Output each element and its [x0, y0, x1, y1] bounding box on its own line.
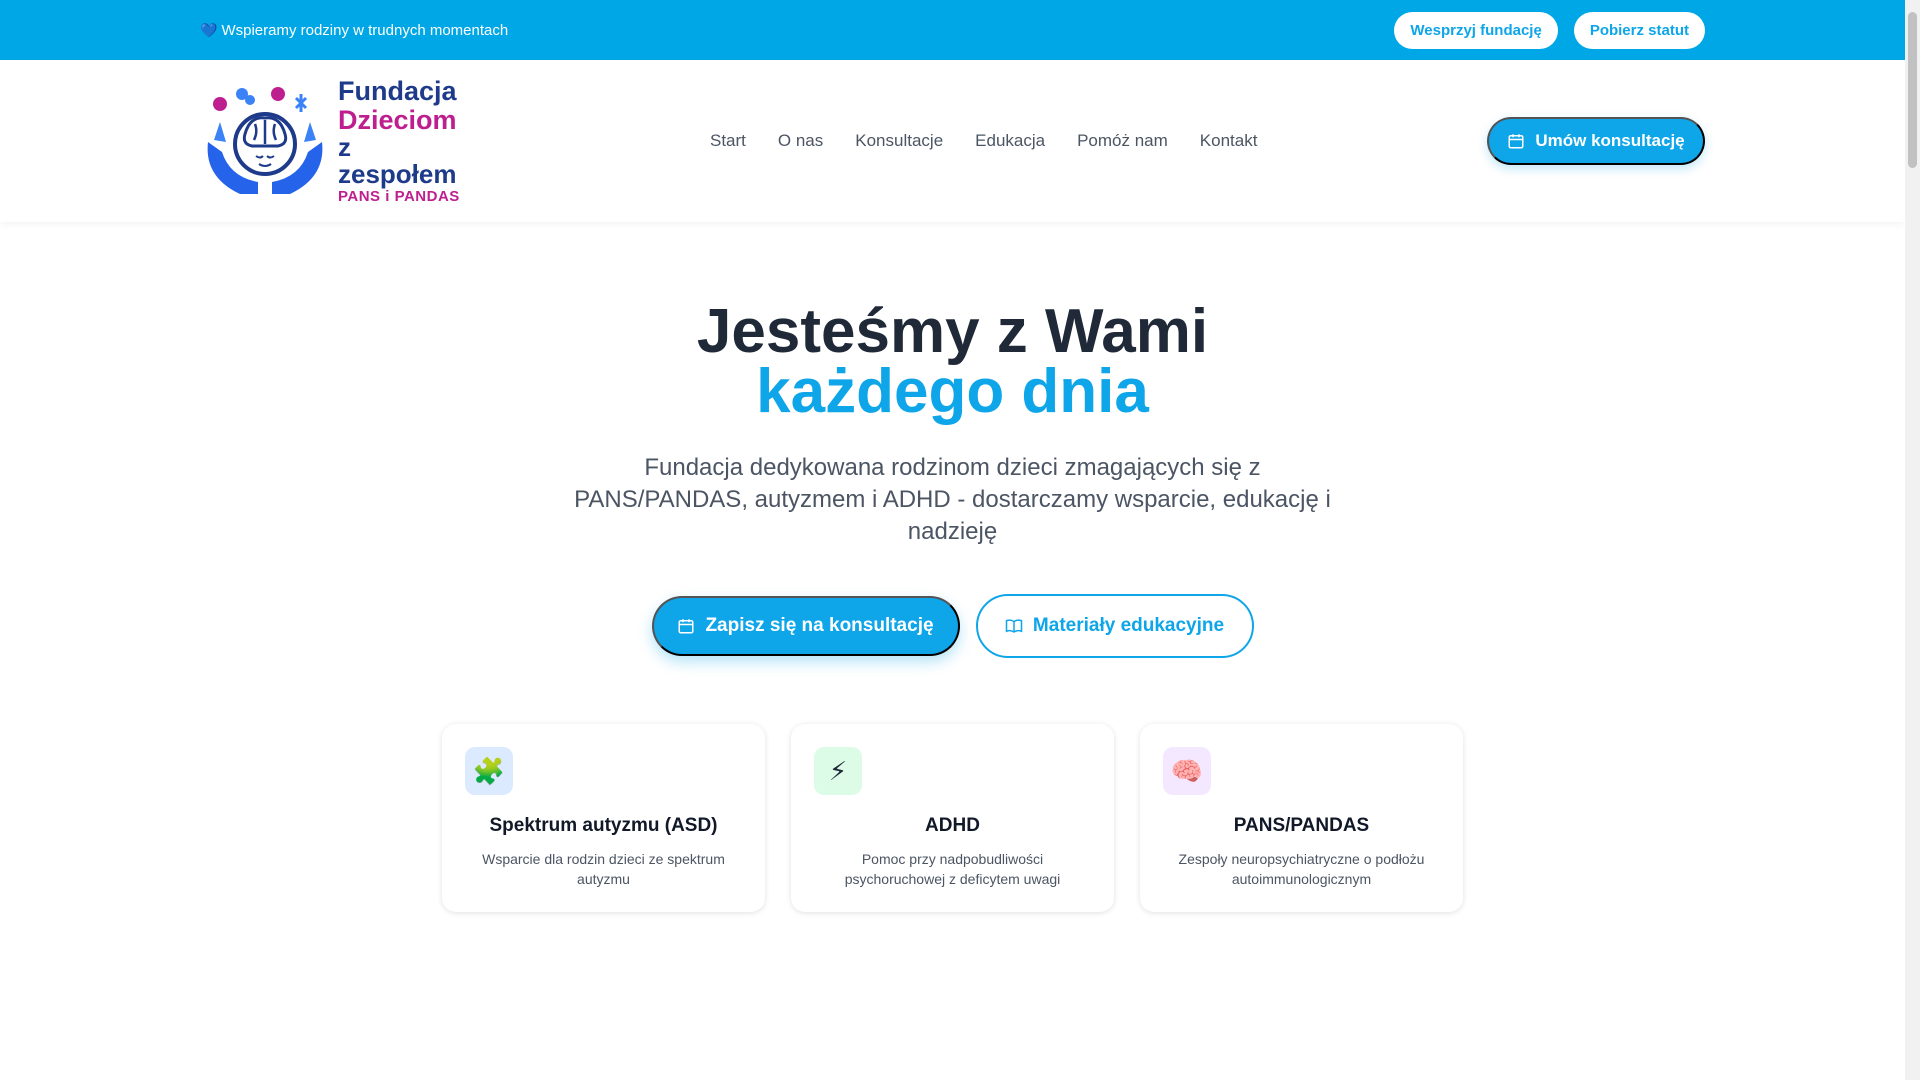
calendar-icon: [678, 619, 694, 634]
nav-item-help-us[interactable]: Pomóż nam: [1061, 131, 1184, 151]
lightning-icon: ⚡: [814, 747, 862, 795]
nav-item-start[interactable]: Start: [694, 131, 762, 151]
puzzle-icon: 🧩: [465, 747, 513, 795]
card-title: ADHD: [925, 815, 980, 836]
logo-line-2: Dzieciom: [338, 104, 457, 135]
logo-hands-brain-icon: [200, 82, 330, 200]
hero-actions: Zapisz się na konsultację Materiały eduk…: [0, 594, 1905, 658]
nav-links: Start O nas Konsultacje Edukacja Pomóż n…: [694, 131, 1273, 151]
nav-item-about[interactable]: O nas: [762, 131, 839, 151]
nav-item-consultations[interactable]: Konsultacje: [839, 131, 959, 151]
card-title: Spektrum autyzmu (ASD): [489, 815, 718, 836]
logo-line-4: PANS i PANDAS: [338, 187, 460, 205]
hero-section: Jesteśmy z Wami każdego dnia Fundacja de…: [0, 222, 1905, 912]
hero-title: Jesteśmy z Wami każdego dnia: [0, 297, 1905, 426]
brain-icon: 🧠: [1163, 747, 1211, 795]
vertical-scrollbar[interactable]: [1905, 0, 1920, 1080]
card-adhd[interactable]: ⚡ ADHD Pomoc przy nadpobudliwości psycho…: [791, 724, 1114, 912]
nav-item-education[interactable]: Edukacja: [959, 131, 1061, 151]
top-bar: 💙 Wspieramy rodziny w trudnych momentach…: [0, 0, 1905, 60]
sign-up-consultation-button[interactable]: Zapisz się na konsultację: [651, 596, 960, 656]
card-autism[interactable]: 🧩 Spektrum autyzmu (ASD) Wsparcie dla ro…: [442, 724, 765, 912]
logo-text: Fundacja Dzieciom z zespołem PANS i PAND…: [338, 77, 460, 204]
card-description: Pomoc przy nadpobudliwości psychoruchowe…: [844, 851, 1061, 887]
blue-heart-icon: 💙: [200, 21, 218, 38]
hero-title-line-2: każdego dnia: [756, 357, 1149, 426]
main-navbar: Fundacja Dzieciom z zespołem PANS i PAND…: [0, 60, 1905, 222]
card-pans-pandas[interactable]: 🧠 PANS/PANDAS Zespoły neuropsychiatryczn…: [1140, 724, 1463, 912]
scrollbar-thumb[interactable]: [1908, 12, 1917, 168]
support-foundation-button[interactable]: Wesprzyj fundację: [1394, 11, 1558, 49]
calendar-icon: [1508, 134, 1524, 149]
educational-materials-label: Materiały edukacyjne: [1032, 615, 1225, 636]
educational-materials-button[interactable]: Materiały edukacyjne: [975, 594, 1254, 658]
sign-up-consultation-label: Zapisz się na konsultację: [705, 615, 934, 636]
top-bar-actions: Wesprzyj fundację Pobierz statut: [1394, 11, 1705, 49]
top-bar-message-text: Wspieramy rodziny w trudnych momentach: [221, 21, 509, 39]
hero-subtitle: Fundacja dedykowana rodzinom dzieci zmag…: [574, 454, 1331, 545]
book-consultation-label: Umów konsultację: [1535, 131, 1685, 150]
book-consultation-button[interactable]: Umów konsultację: [1487, 117, 1705, 165]
hero-title-line-1: Jesteśmy z Wami: [696, 297, 1209, 366]
foundation-logo[interactable]: Fundacja Dzieciom z zespołem PANS i PAND…: [200, 77, 460, 204]
download-statute-button[interactable]: Pobierz statut: [1573, 11, 1705, 49]
logo-line-3: z zespołem: [338, 132, 457, 190]
content: 💙 Wspieramy rodziny w trudnych momentach…: [0, 0, 1905, 912]
open-book-icon: [1005, 619, 1023, 633]
card-title: PANS/PANDAS: [1233, 815, 1370, 836]
condition-cards: 🧩 Spektrum autyzmu (ASD) Wsparcie dla ro…: [0, 724, 1905, 912]
top-bar-message: 💙 Wspieramy rodziny w trudnych momentach: [200, 22, 508, 39]
logo-line-1: Fundacja: [338, 76, 457, 107]
page: 💙 Wspieramy rodziny w trudnych momentach…: [0, 0, 1920, 1080]
nav-item-contact[interactable]: Kontakt: [1184, 131, 1274, 151]
card-description: Zespoły neuropsychiatryczne o podłożu au…: [1178, 851, 1425, 887]
card-description: Wsparcie dla rodzin dzieci ze spektrum a…: [482, 851, 725, 887]
